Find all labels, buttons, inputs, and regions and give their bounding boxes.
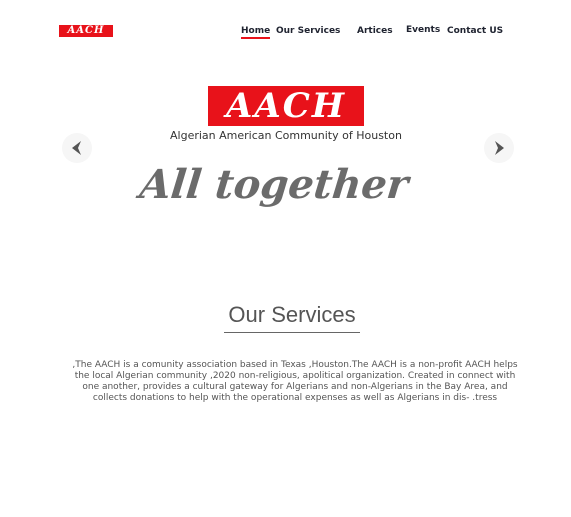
nav-artices[interactable]: Artices xyxy=(357,26,393,36)
hero-tagline: All together xyxy=(137,161,411,208)
carousel-prev-button[interactable] xyxy=(62,133,92,163)
nav-events[interactable]: Events xyxy=(406,25,440,35)
chevron-right-icon xyxy=(495,141,504,155)
nav-contact-us[interactable]: Contact US xyxy=(447,26,503,36)
nav-home[interactable]: Home xyxy=(241,26,271,39)
services-description: ,The AACH is a comunity association base… xyxy=(72,360,518,403)
hero-subtitle: Algerian American Community of Houston xyxy=(170,129,402,142)
nav-our-services[interactable]: Our Services xyxy=(276,26,340,36)
carousel-next-button[interactable] xyxy=(484,133,514,163)
chevron-left-icon xyxy=(72,141,81,155)
hero-logo: AACH xyxy=(208,86,364,126)
services-title: Our Services xyxy=(224,302,360,333)
main-nav: Home Our Services Artices Events Contact… xyxy=(0,25,571,46)
